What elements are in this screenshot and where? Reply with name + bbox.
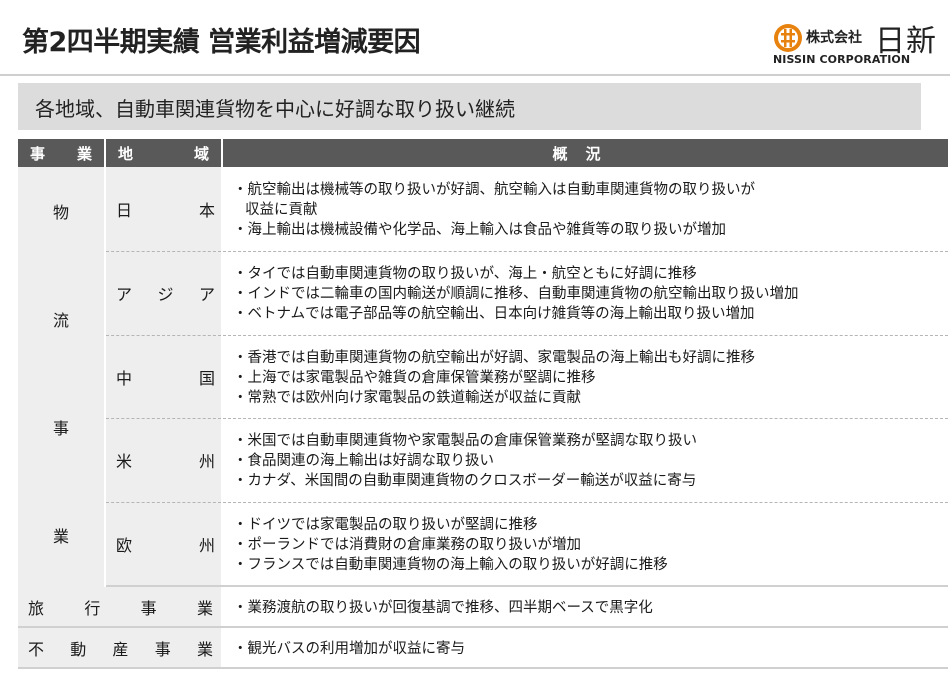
- nissin-logo-icon: [774, 24, 802, 52]
- logo-english-text: NISSIN CORPORATION: [773, 53, 911, 66]
- table-header-row: 事業 地域 概況: [18, 139, 948, 167]
- header-business: 事業: [18, 139, 106, 167]
- business-logistics: 物 流 事 業: [18, 167, 106, 586]
- table-row: 物 流 事 業 日本 ・航空輸出は機械等の取り扱いが好調、航空輸入は自動車関連貨…: [18, 167, 948, 586]
- table-row: 旅行事業 ・業務渡航の取り扱いが回復基調で推移、四半期ベースで黒字化: [18, 586, 948, 628]
- summary-table: 事業 地域 概況 物 流 事 業 日本 ・航空輸出は機械等の取り扱いが好調、航空…: [18, 139, 948, 669]
- header-region: 地域: [105, 139, 223, 167]
- header-divider: [0, 74, 950, 76]
- table-row: アジア ・タイでは自動車関連貨物の取り扱いが、海上・航空ともに好調に推移 ・イン…: [18, 251, 948, 336]
- summary-china: ・香港では自動車関連貨物の航空輸出が好調、家電製品の海上輸出も好調に推移 ・上海…: [222, 335, 948, 419]
- region-asia: アジア: [105, 251, 223, 336]
- summary-americas: ・米国では自動車関連貨物や家電製品の倉庫保管業務が堅調な取り扱い ・食品関連の海…: [222, 418, 948, 503]
- page-title: 第2四半期実績 営業利益増減要因: [22, 27, 421, 58]
- business-travel: 旅行事業: [18, 586, 223, 628]
- table-row: 米州 ・米国では自動車関連貨物や家電製品の倉庫保管業務が堅調な取り扱い ・食品関…: [18, 418, 948, 503]
- table-row: 中国 ・香港では自動車関連貨物の航空輸出が好調、家電製品の海上輸出も好調に推移 …: [18, 335, 948, 419]
- region-china: 中国: [105, 335, 223, 419]
- summary-realestate: ・観光バスの利用増加が収益に寄与: [222, 627, 948, 669]
- business-realestate: 不動産事業: [18, 627, 223, 669]
- subtitle-text: 各地域、自動車関連貨物を中心に好調な取り扱い継続: [35, 97, 515, 121]
- subtitle-band: 各地域、自動車関連貨物を中心に好調な取り扱い継続: [18, 83, 921, 130]
- summary-europe: ・ドイツでは家電製品の取り扱いが堅調に推移 ・ポーランドでは消費財の倉庫業務の取…: [222, 502, 948, 587]
- region-europe: 欧州: [105, 502, 223, 587]
- summary-travel: ・業務渡航の取り扱いが回復基調で推移、四半期ベースで黒字化: [222, 586, 948, 628]
- slide-header: 第2四半期実績 営業利益増減要因 株式会社 日新 NISSIN CORPORAT…: [0, 0, 950, 78]
- header-summary: 概況: [222, 139, 948, 167]
- table-row: 不動産事業 ・観光バスの利用増加が収益に寄与: [18, 627, 948, 669]
- summary-asia: ・タイでは自動車関連貨物の取り扱いが、海上・航空ともに好調に推移 ・インドでは二…: [222, 251, 948, 336]
- table-row: 欧州 ・ドイツでは家電製品の取り扱いが堅調に推移 ・ポーランドでは消費財の倉庫業…: [18, 502, 948, 587]
- company-logo: 株式会社 日新 NISSIN CORPORATION: [773, 18, 945, 68]
- region-americas: 米州: [105, 418, 223, 503]
- region-japan: 日本: [105, 167, 223, 252]
- summary-japan: ・航空輸出は機械等の取り扱いが好調、航空輸入は自動車関連貨物の取り扱いが 収益に…: [222, 167, 948, 252]
- logo-kabushiki-text: 株式会社: [806, 30, 862, 46]
